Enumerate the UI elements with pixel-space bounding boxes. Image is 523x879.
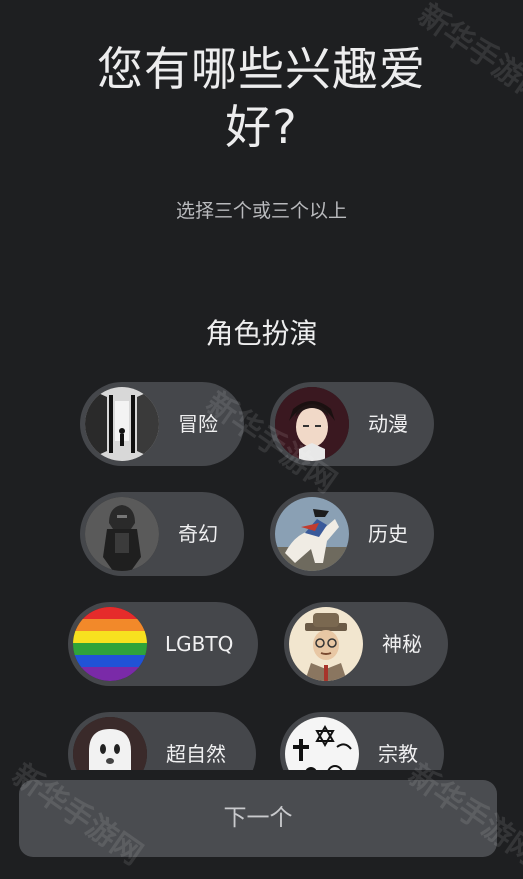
interest-chip-list[interactable]: 冒险 动漫 奇幻 历史 LGBTQ 神秘 超自然 宗教 — [0, 370, 523, 770]
religious-symbols-icon — [285, 717, 359, 770]
next-button[interactable]: 下一个 — [19, 780, 497, 857]
adventure-icon — [85, 387, 159, 461]
chip-label: 奇幻 — [178, 522, 218, 546]
chip-label: 宗教 — [378, 742, 418, 766]
chip-fantasy[interactable]: 奇幻 — [80, 492, 244, 576]
knight-icon — [85, 497, 159, 571]
chip-lgbtq[interactable]: LGBTQ — [68, 602, 258, 686]
title-line-1: 您有哪些兴趣爱 — [97, 42, 426, 96]
chip-adventure[interactable]: 冒险 — [80, 382, 244, 466]
chip-history[interactable]: 历史 — [270, 492, 434, 576]
chip-label: LGBTQ — [165, 632, 234, 656]
chip-label: 神秘 — [382, 632, 422, 656]
detective-icon — [289, 607, 363, 681]
title-line-2: 好? — [225, 100, 298, 154]
chip-supernatural[interactable]: 超自然 — [68, 712, 256, 770]
chip-label: 冒险 — [178, 412, 218, 436]
anime-icon — [275, 387, 349, 461]
chip-label: 历史 — [368, 522, 408, 546]
rainbow-flag-icon — [73, 607, 147, 681]
chip-anime[interactable]: 动漫 — [270, 382, 434, 466]
history-icon — [275, 497, 349, 571]
page-title: 您有哪些兴趣爱 好? — [0, 40, 523, 156]
chip-mystery[interactable]: 神秘 — [284, 602, 448, 686]
ghost-icon — [73, 717, 147, 770]
page-subtitle: 选择三个或三个以上 — [175, 200, 347, 222]
chip-religion[interactable]: 宗教 — [280, 712, 444, 770]
chip-label: 动漫 — [368, 412, 408, 436]
section-title: 角色扮演 — [205, 317, 318, 350]
chip-label: 超自然 — [166, 742, 226, 766]
